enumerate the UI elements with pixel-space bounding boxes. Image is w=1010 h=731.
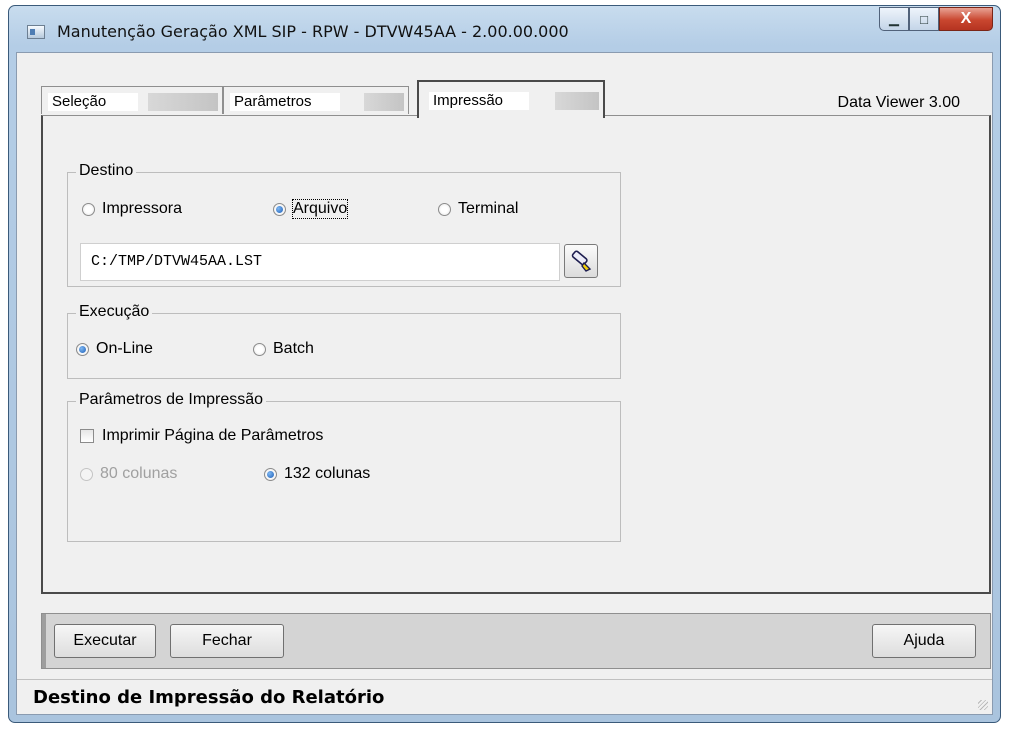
status-bar: Destino de Impressão do Relatório [17, 679, 992, 714]
tab-parametros[interactable]: Parâmetros [223, 86, 409, 114]
flashlight-icon [571, 250, 592, 272]
print-parameters-checkbox-row[interactable]: Imprimir Página de Parâmetros [80, 427, 323, 445]
radio-label: Batch [273, 340, 314, 357]
radio-button[interactable] [82, 202, 95, 216]
radio-button[interactable] [273, 202, 286, 216]
radio-online[interactable]: On-Line [76, 340, 153, 358]
radio-label: On-Line [96, 340, 153, 357]
radio-label: Impressora [102, 200, 183, 217]
button-bar: Executar Fechar Ajuda [41, 613, 991, 669]
radio-button[interactable] [264, 467, 277, 481]
caption-buttons: ▁ □ X [879, 7, 993, 31]
radio-label: 132 colunas [284, 465, 371, 482]
close-button[interactable]: Fechar [170, 624, 284, 658]
parametros-impressao-group: Parâmetros de Impressão Imprimir Página … [67, 391, 621, 542]
checkbox-label: Imprimir Página de Parâmetros [102, 427, 324, 444]
client-area: Seleção Parâmetros Impressão Data Viewer… [16, 52, 993, 715]
radio-label: 80 colunas [100, 465, 178, 482]
radio-button[interactable] [76, 342, 89, 356]
data-viewer-version: Data Viewer 3.00 [837, 94, 960, 111]
group-legend: Execução [76, 303, 153, 321]
radio-button[interactable] [253, 342, 266, 356]
radio-button[interactable] [80, 467, 93, 481]
app-icon[interactable] [27, 25, 45, 39]
tab-panel-impressao: Destino Impressora Arquivo Terminal C:/T… [41, 115, 991, 594]
group-legend: Destino [76, 162, 137, 180]
radio-arquivo[interactable]: Arquivo [273, 199, 349, 219]
tab-label: Impressão [429, 92, 529, 110]
execucao-group: Execução On-Line Batch [67, 303, 621, 379]
title-bar[interactable]: Manutenção Geração XML SIP - RPW - DTVW4… [9, 6, 1000, 52]
radio-button[interactable] [438, 202, 451, 216]
print-parameters-checkbox[interactable] [80, 429, 94, 443]
radio-terminal[interactable]: Terminal [438, 200, 518, 218]
application-window: Manutenção Geração XML SIP - RPW - DTVW4… [8, 5, 1001, 723]
radio-batch[interactable]: Batch [253, 340, 314, 358]
output-path-field[interactable]: C:/TMP/DTVW45AA.LST [80, 243, 560, 281]
maximize-button[interactable]: □ [909, 7, 939, 31]
tab-label: Seleção [48, 93, 138, 111]
execute-button[interactable]: Executar [54, 624, 156, 658]
radio-80-colunas[interactable]: 80 colunas [80, 465, 177, 483]
radio-impressora[interactable]: Impressora [82, 200, 182, 218]
help-button[interactable]: Ajuda [872, 624, 976, 658]
group-legend: Parâmetros de Impressão [76, 391, 267, 409]
status-text: Destino de Impressão do Relatório [33, 687, 385, 708]
radio-label: Arquivo [291, 199, 349, 219]
radio-label: Terminal [458, 200, 519, 217]
destino-group: Destino Impressora Arquivo Terminal C:/T… [67, 162, 621, 287]
tab-impressao[interactable]: Impressão [417, 80, 605, 118]
browse-file-button[interactable] [564, 244, 598, 278]
tab-label: Parâmetros [230, 93, 340, 111]
resize-grip-icon[interactable] [978, 700, 988, 710]
minimize-button[interactable]: ▁ [879, 7, 909, 31]
tab-selecao[interactable]: Seleção [41, 86, 223, 114]
window-title: Manutenção Geração XML SIP - RPW - DTVW4… [57, 22, 569, 41]
close-window-button[interactable]: X [939, 7, 993, 31]
radio-132-colunas[interactable]: 132 colunas [264, 465, 370, 483]
